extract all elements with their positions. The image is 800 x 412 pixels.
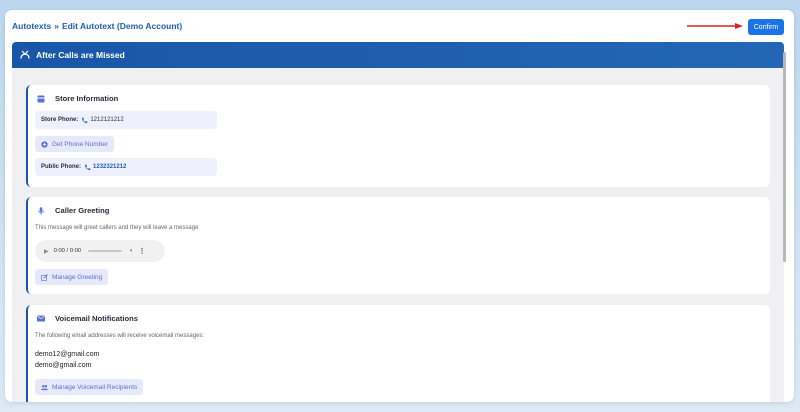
main-panel: After Calls are Missed Store Information… xyxy=(12,42,784,402)
play-icon[interactable]: ▶ xyxy=(44,248,49,255)
breadcrumb-separator: » xyxy=(54,21,59,31)
audio-progress-bar[interactable] xyxy=(88,250,123,252)
store-phone-value: 1212121212 xyxy=(90,117,124,123)
store-information-title: Store Information xyxy=(55,94,119,103)
manage-greeting-button[interactable]: Manage Greeting xyxy=(35,269,109,285)
top-bar: Autotexts» Edit Autotext (Demo Account) C… xyxy=(5,10,794,42)
voicemail-title: Voicemail Notifications xyxy=(55,314,138,323)
breadcrumb-parent-link[interactable]: Autotexts xyxy=(12,21,51,31)
section-title: After Calls are Missed xyxy=(36,50,125,60)
volume-icon[interactable]: 🔈︎ xyxy=(130,248,133,255)
more-options-icon[interactable]: ⋮ xyxy=(139,247,146,255)
caller-greeting-header: Caller Greeting xyxy=(37,206,109,215)
voicemail-description: The following email addresses will recei… xyxy=(35,333,205,339)
plus-circle-icon xyxy=(41,140,48,148)
app-window: Autotexts» Edit Autotext (Demo Account) C… xyxy=(5,10,794,402)
envelope-icon xyxy=(37,315,45,323)
get-phone-number-button[interactable]: Get Phone Number xyxy=(35,136,115,152)
get-phone-number-label: Get Phone Number xyxy=(52,140,109,148)
store-phone-field: Store Phone: 1212121212 xyxy=(35,111,217,129)
scrollbar[interactable] xyxy=(783,52,786,262)
confirm-button[interactable]: Confirm xyxy=(748,19,784,35)
caller-greeting-card: Caller Greeting This message will greet … xyxy=(26,197,770,294)
store-information-card: Store Information Store Phone: 121212121… xyxy=(26,85,770,187)
audio-player[interactable]: ▶ 0:00 / 0:00 🔈︎ ⋮ xyxy=(35,240,165,262)
caller-greeting-title: Caller Greeting xyxy=(55,206,110,215)
audio-time: 0:00 / 0:00 xyxy=(53,248,82,254)
breadcrumb: Autotexts» Edit Autotext (Demo Account) xyxy=(12,21,182,31)
phone-icon xyxy=(85,164,91,170)
breadcrumb-current: Edit Autotext (Demo Account) xyxy=(61,21,183,31)
edit-icon xyxy=(41,273,48,281)
public-phone-label: Public Phone: xyxy=(41,164,82,170)
voicemail-email: demo@gmail.com xyxy=(35,362,92,369)
missed-call-icon xyxy=(20,50,30,59)
microphone-icon xyxy=(37,206,45,215)
voicemail-email: demo12@gmail.com xyxy=(35,351,100,358)
caller-greeting-description: This message will greet callers and they… xyxy=(35,225,199,231)
section-header: After Calls are Missed xyxy=(12,42,784,68)
store-information-header: Store Information xyxy=(37,94,118,103)
voicemail-notifications-card: Voicemail Notifications The following em… xyxy=(26,305,770,402)
users-icon xyxy=(41,384,48,390)
phone-icon xyxy=(82,117,88,123)
public-phone-value: 1232321212 xyxy=(93,164,127,170)
manage-voicemail-recipients-button[interactable]: Manage Voicemail Recipients xyxy=(35,379,144,395)
manage-greeting-label: Manage Greeting xyxy=(52,273,103,281)
voicemail-header: Voicemail Notifications xyxy=(37,314,138,323)
public-phone-field: Public Phone: 1232321212 xyxy=(35,158,217,176)
red-arrow-icon xyxy=(687,23,743,29)
store-icon xyxy=(37,95,45,103)
store-phone-label: Store Phone: xyxy=(41,117,79,123)
manage-voicemail-recipients-label: Manage Voicemail Recipients xyxy=(52,383,138,391)
